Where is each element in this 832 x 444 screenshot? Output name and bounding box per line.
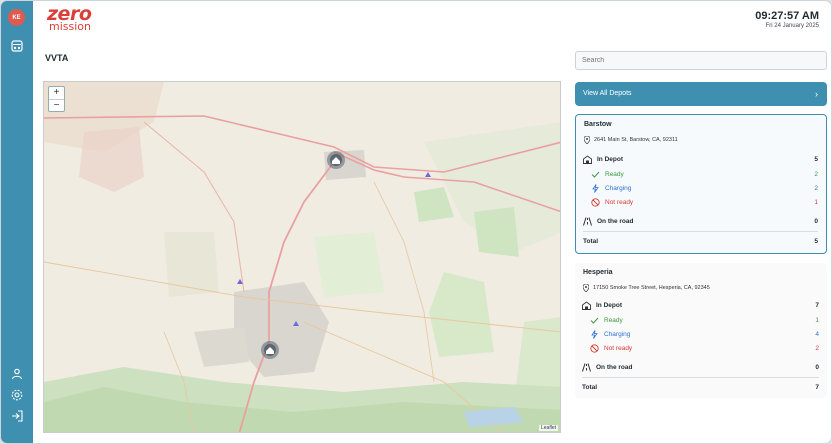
depot-card-hesperia[interactable]: Hesperia 17150 Smoke Tree Street, Hesper… [575,263,827,398]
clock-time: 09:27:57 AM [755,10,819,22]
ready-row: Ready 1 [590,314,819,326]
map-attribution[interactable]: Leaflet [538,425,558,431]
sidebar: KE [1,1,33,443]
not-ready-icon [590,343,599,353]
ready-row: Ready 2 [591,168,818,180]
ready-icon [591,171,600,178]
divider [582,377,819,378]
total-row: Total 7 [582,383,819,391]
chevron-right-icon: › [815,89,818,99]
total-row: Total 5 [583,237,818,245]
on-road-row: On the road 0 [582,361,819,373]
depot-marker-barstow[interactable] [327,151,345,169]
depot-address: 17150 Smoke Tree Street, Hesperia, CA, 9… [583,284,819,292]
not-ready-row: Not ready 1 [591,196,818,208]
zoom-control: + − [48,86,65,112]
in-depot-row: In Depot 7 [582,299,819,311]
depot-address: 2641 Main St, Barstow, CA, 92311 [584,136,818,144]
location-pin-icon [584,136,590,144]
in-depot-row: In Depot 5 [583,153,818,165]
not-ready-row: Not ready 2 [590,342,819,354]
view-all-depots-button[interactable]: View All Depots › [575,82,827,106]
charging-row: Charging 2 [591,182,818,194]
not-ready-icon [591,197,600,207]
zoom-in-button[interactable]: + [49,87,64,99]
fleet-icon[interactable] [10,39,24,53]
depot-card-barstow[interactable]: Barstow 2641 Main St, Barstow, CA, 92311… [575,114,827,254]
map-canvas[interactable] [44,82,561,433]
clock-date: Fri 24 January 2025 [765,23,819,29]
zoom-out-button[interactable]: − [49,99,64,111]
settings-icon[interactable] [10,388,24,402]
depot-marker-hesperia[interactable] [261,341,279,359]
page-title: VVTA [45,53,69,63]
user-avatar[interactable]: KE [8,9,25,26]
charging-row: Charging 4 [590,328,819,340]
depot-icon [582,300,591,310]
search-input[interactable] [575,51,827,70]
charging-bolt-icon [592,183,599,193]
charging-bolt-icon [591,329,598,339]
depot-icon [583,154,592,164]
divider [583,231,818,232]
location-pin-icon [583,284,589,292]
depot-name: Barstow [584,121,612,128]
app-window: KE zero mission 09:27:57 AM Fri 24 Janua… [1,1,831,443]
depot-name: Hesperia [583,269,613,276]
map[interactable]: + − Leaflet [43,81,561,433]
road-icon [583,216,592,226]
logout-icon[interactable] [10,409,24,423]
zero-mission-logo: zero mission [47,3,92,33]
clock: 09:27:57 AM Fri 24 January 2025 [755,10,819,29]
ready-icon [590,317,599,324]
road-icon [582,362,591,372]
users-icon[interactable] [10,367,24,381]
on-road-row: On the road 0 [583,215,818,227]
